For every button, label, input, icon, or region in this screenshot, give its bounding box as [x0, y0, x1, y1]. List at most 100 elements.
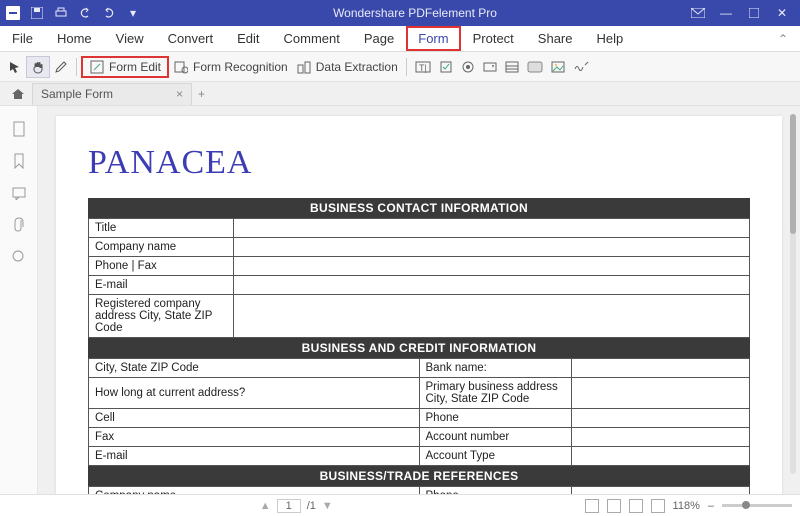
menu-share[interactable]: Share [526, 26, 585, 51]
thumbnails-icon[interactable] [10, 120, 28, 138]
field-label: Title [89, 219, 234, 238]
data-extraction-label: Data Extraction [316, 60, 398, 74]
menu-home[interactable]: Home [45, 26, 104, 51]
document-tab-label: Sample Form [41, 87, 113, 101]
toolbar: Form Edit Form Recognition Data Extracti… [0, 52, 800, 82]
redo-icon[interactable] [100, 4, 118, 22]
section1-table: Title Company name Phone | Fax E-mail Re… [88, 218, 750, 338]
document-heading: PANACEA [88, 144, 750, 182]
menu-protect[interactable]: Protect [461, 26, 526, 51]
close-icon[interactable]: ✕ [772, 3, 792, 23]
field-label: Cell [89, 409, 420, 428]
menu-page[interactable]: Page [352, 26, 406, 51]
data-extraction-button[interactable]: Data Extraction [292, 56, 402, 78]
page-total: /1 [307, 500, 316, 512]
field-value[interactable] [571, 359, 749, 378]
select-tool-icon[interactable] [4, 56, 26, 78]
field-label: Bank name: [419, 359, 571, 378]
table-row: E-mail [89, 276, 750, 295]
field-value[interactable] [571, 447, 749, 466]
ribbon-collapse-icon[interactable]: ⌃ [778, 32, 800, 46]
field-value[interactable] [571, 409, 749, 428]
menu-file[interactable]: File [0, 26, 45, 51]
document-tab[interactable]: Sample Form × [32, 83, 192, 105]
field-label: Account Type [419, 447, 571, 466]
view-facing-icon[interactable] [629, 499, 643, 513]
field-value[interactable] [234, 295, 750, 338]
form-recognition-button[interactable]: Form Recognition [169, 56, 292, 78]
edit-tool-icon[interactable] [50, 56, 72, 78]
table-row: Fax Account number [89, 428, 750, 447]
field-value[interactable] [234, 238, 750, 257]
vertical-scrollbar[interactable] [790, 114, 796, 474]
app-logo-icon [4, 4, 22, 22]
comments-icon[interactable] [10, 184, 28, 202]
signature-field-icon[interactable] [569, 56, 593, 78]
text-field-icon[interactable]: T| [411, 56, 435, 78]
radio-field-icon[interactable] [457, 56, 479, 78]
save-icon[interactable] [28, 4, 46, 22]
field-label: Company name [89, 487, 420, 495]
listbox-field-icon[interactable] [501, 56, 523, 78]
button-field-icon[interactable] [523, 56, 547, 78]
hand-tool-icon[interactable] [26, 56, 50, 78]
field-label: Phone [419, 409, 571, 428]
page-next-icon[interactable]: ▼ [322, 500, 333, 512]
tab-close-icon[interactable]: × [176, 87, 183, 101]
mail-icon[interactable] [688, 3, 708, 23]
menu-form[interactable]: Form [406, 26, 460, 51]
menu-edit[interactable]: Edit [225, 26, 271, 51]
zoom-slider[interactable] [722, 504, 792, 507]
section2-header: BUSINESS AND CREDIT INFORMATION [88, 338, 750, 358]
form-edit-button[interactable]: Form Edit [81, 56, 169, 78]
view-continuous-facing-icon[interactable] [651, 499, 665, 513]
view-single-icon[interactable] [585, 499, 599, 513]
app-title: Wondershare PDFelement Pro [142, 6, 688, 20]
field-value[interactable] [234, 257, 750, 276]
minimize-icon[interactable]: — [716, 3, 736, 23]
document-page: PANACEA BUSINESS CONTACT INFORMATION Tit… [56, 116, 782, 494]
field-value[interactable] [571, 428, 749, 447]
field-value[interactable] [234, 219, 750, 238]
svg-text:T|: T| [419, 63, 427, 73]
field-value[interactable] [234, 276, 750, 295]
menubar: File Home View Convert Edit Comment Page… [0, 26, 800, 52]
bookmarks-icon[interactable] [10, 152, 28, 170]
image-field-icon[interactable] [547, 56, 569, 78]
data-extraction-icon [296, 59, 312, 75]
side-panel [0, 106, 38, 494]
form-recognition-label: Form Recognition [193, 60, 288, 74]
attachments-icon[interactable] [10, 216, 28, 234]
maximize-icon[interactable] [744, 3, 764, 23]
new-tab-icon[interactable]: + [198, 87, 205, 101]
page-current[interactable]: 1 [277, 499, 301, 513]
page-prev-icon[interactable]: ▲ [260, 500, 271, 512]
menu-convert[interactable]: Convert [156, 26, 226, 51]
home-tab-icon[interactable] [8, 88, 28, 100]
table-row: How long at current address? Primary bus… [89, 378, 750, 409]
field-label: E-mail [89, 276, 234, 295]
undo-icon[interactable] [76, 4, 94, 22]
field-label: Primary business address City, State ZIP… [419, 378, 571, 409]
statusbar: ▲ 1 /1 ▼ 118% – [0, 494, 800, 516]
field-value[interactable] [571, 378, 749, 409]
search-icon[interactable] [10, 248, 28, 266]
table-row: Company name Phone [89, 487, 750, 495]
checkbox-field-icon[interactable] [435, 56, 457, 78]
print-icon[interactable] [52, 4, 70, 22]
document-area: PANACEA BUSINESS CONTACT INFORMATION Tit… [38, 106, 800, 494]
combobox-field-icon[interactable] [479, 56, 501, 78]
menu-view[interactable]: View [104, 26, 156, 51]
section1-header: BUSINESS CONTACT INFORMATION [88, 198, 750, 218]
quickaccess-dropdown-icon[interactable]: ▾ [124, 4, 142, 22]
field-label: Company name [89, 238, 234, 257]
tabbar: Sample Form × + [0, 82, 800, 106]
menu-comment[interactable]: Comment [272, 26, 352, 51]
table-row: Phone | Fax [89, 257, 750, 276]
table-row: Cell Phone [89, 409, 750, 428]
view-continuous-icon[interactable] [607, 499, 621, 513]
field-value[interactable] [571, 487, 749, 495]
zoom-out-icon[interactable]: – [708, 500, 714, 512]
menu-help[interactable]: Help [585, 26, 636, 51]
field-label: Account number [419, 428, 571, 447]
